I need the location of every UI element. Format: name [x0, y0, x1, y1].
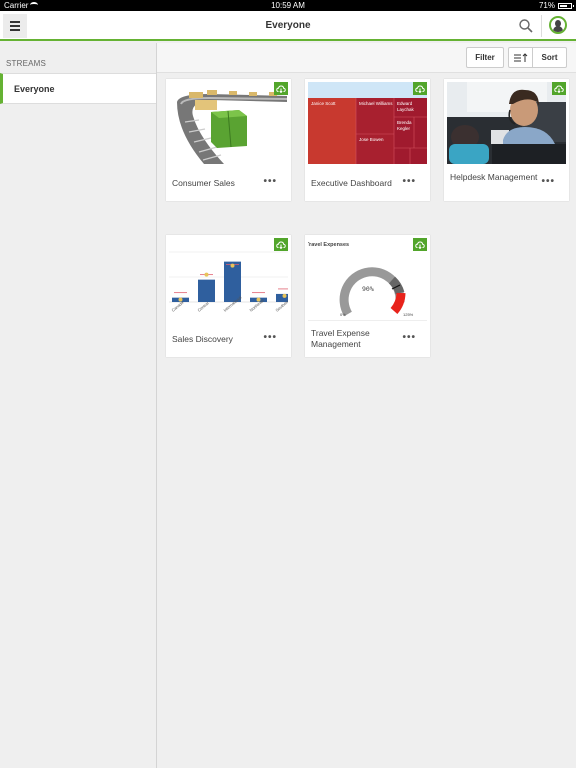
app-card-consumer-sales[interactable]: Consumer Sales •••	[166, 79, 291, 201]
more-options-button[interactable]: •••	[541, 176, 555, 187]
more-options-button[interactable]: •••	[402, 176, 416, 187]
filter-button[interactable]: Filter	[466, 47, 504, 68]
more-options-button[interactable]: •••	[402, 332, 416, 343]
sidebar-item-everyone[interactable]: Everyone	[0, 73, 156, 104]
download-app-button[interactable]	[274, 238, 288, 251]
header-divider	[541, 15, 542, 37]
toolbar: Filter Sort	[157, 43, 576, 73]
app-header: Everyone	[0, 11, 576, 41]
download-app-button[interactable]	[274, 82, 288, 95]
cloud-download-icon	[415, 84, 425, 93]
bar-chart-image: Canada Central International Northeast South…	[169, 251, 288, 313]
sort-ascending-icon	[513, 52, 527, 62]
app-thumbnail: Janice Scott Michael Williams Edward Lay…	[308, 82, 427, 164]
sort-button[interactable]: Sort	[532, 47, 567, 68]
download-app-button[interactable]	[552, 82, 566, 95]
gauge-value: 90%	[362, 285, 374, 293]
chart-point	[282, 293, 287, 298]
app-name: Travel Expense Management	[311, 328, 370, 349]
app-thumbnail	[447, 82, 566, 164]
profile-button[interactable]	[549, 16, 567, 34]
app-thumbnail: Canada Central International Northeast South…	[169, 238, 288, 320]
chart-point	[204, 272, 209, 277]
chart-point	[230, 263, 235, 268]
cloud-download-icon	[276, 84, 286, 93]
streams-heading: STREAMS	[6, 59, 47, 68]
search-button[interactable]	[518, 18, 534, 34]
app-name: Consumer Sales	[172, 178, 235, 188]
search-icon	[519, 19, 533, 33]
app-name: Helpdesk Management	[450, 172, 538, 182]
card-divider	[308, 320, 427, 321]
treemap-label: Brenda Kegler	[397, 120, 412, 131]
treemap-label: Michael Williams	[359, 101, 393, 106]
app-thumbnail	[169, 82, 288, 164]
chart-category-label: Central	[196, 301, 209, 313]
treemap-label: Edward Laychak	[397, 101, 414, 112]
cloud-download-icon	[554, 84, 564, 93]
gauge-min: 0%	[340, 312, 346, 317]
app-card-helpdesk-management[interactable]: Helpdesk Management •••	[444, 79, 569, 201]
clock: 10:59 AM	[271, 1, 305, 10]
download-app-button[interactable]	[413, 238, 427, 251]
battery-icon	[558, 2, 574, 9]
cloud-download-icon	[276, 240, 286, 249]
support-agent-photo	[447, 82, 566, 164]
hamburger-icon	[10, 21, 20, 23]
main-content: Filter Sort Consumer Sales ••• Janice Sc…	[157, 43, 576, 768]
gauge-title: Travel Expenses	[308, 242, 350, 248]
app-name: Sales Discovery	[172, 334, 233, 344]
treemap-label: Jose Bowen	[359, 137, 384, 142]
cloud-download-icon	[415, 240, 425, 249]
chart-bar	[198, 279, 215, 302]
app-card-executive-dashboard[interactable]: Janice Scott Michael Williams Edward Lay…	[305, 79, 430, 201]
status-bar: Carrier 10:59 AM 71%	[0, 0, 576, 11]
more-options-button[interactable]: •••	[263, 332, 277, 343]
treemap-label: Janice Scott	[311, 101, 336, 106]
hamburger-menu-button[interactable]	[3, 14, 27, 38]
more-options-button[interactable]: •••	[263, 176, 277, 187]
conveyor-belt-image	[177, 90, 288, 164]
battery-indicator: 71%	[539, 1, 574, 10]
sort-direction-button[interactable]	[508, 47, 533, 68]
sidebar: STREAMS Everyone	[0, 43, 157, 768]
app-card-sales-discovery[interactable]: Canada Central International Northeast South…	[166, 235, 291, 357]
gauge-image	[339, 267, 406, 317]
download-app-button[interactable]	[413, 82, 427, 95]
app-card-travel-expense-management[interactable]: Travel Expenses 90% 0% 125% Travel Expen…	[305, 235, 430, 357]
page-title: Everyone	[265, 20, 311, 31]
gauge-max: 125%	[403, 312, 414, 317]
app-name: Executive Dashboard	[311, 178, 392, 188]
app-thumbnail: Travel Expenses 90% 0% 125%	[308, 238, 427, 320]
